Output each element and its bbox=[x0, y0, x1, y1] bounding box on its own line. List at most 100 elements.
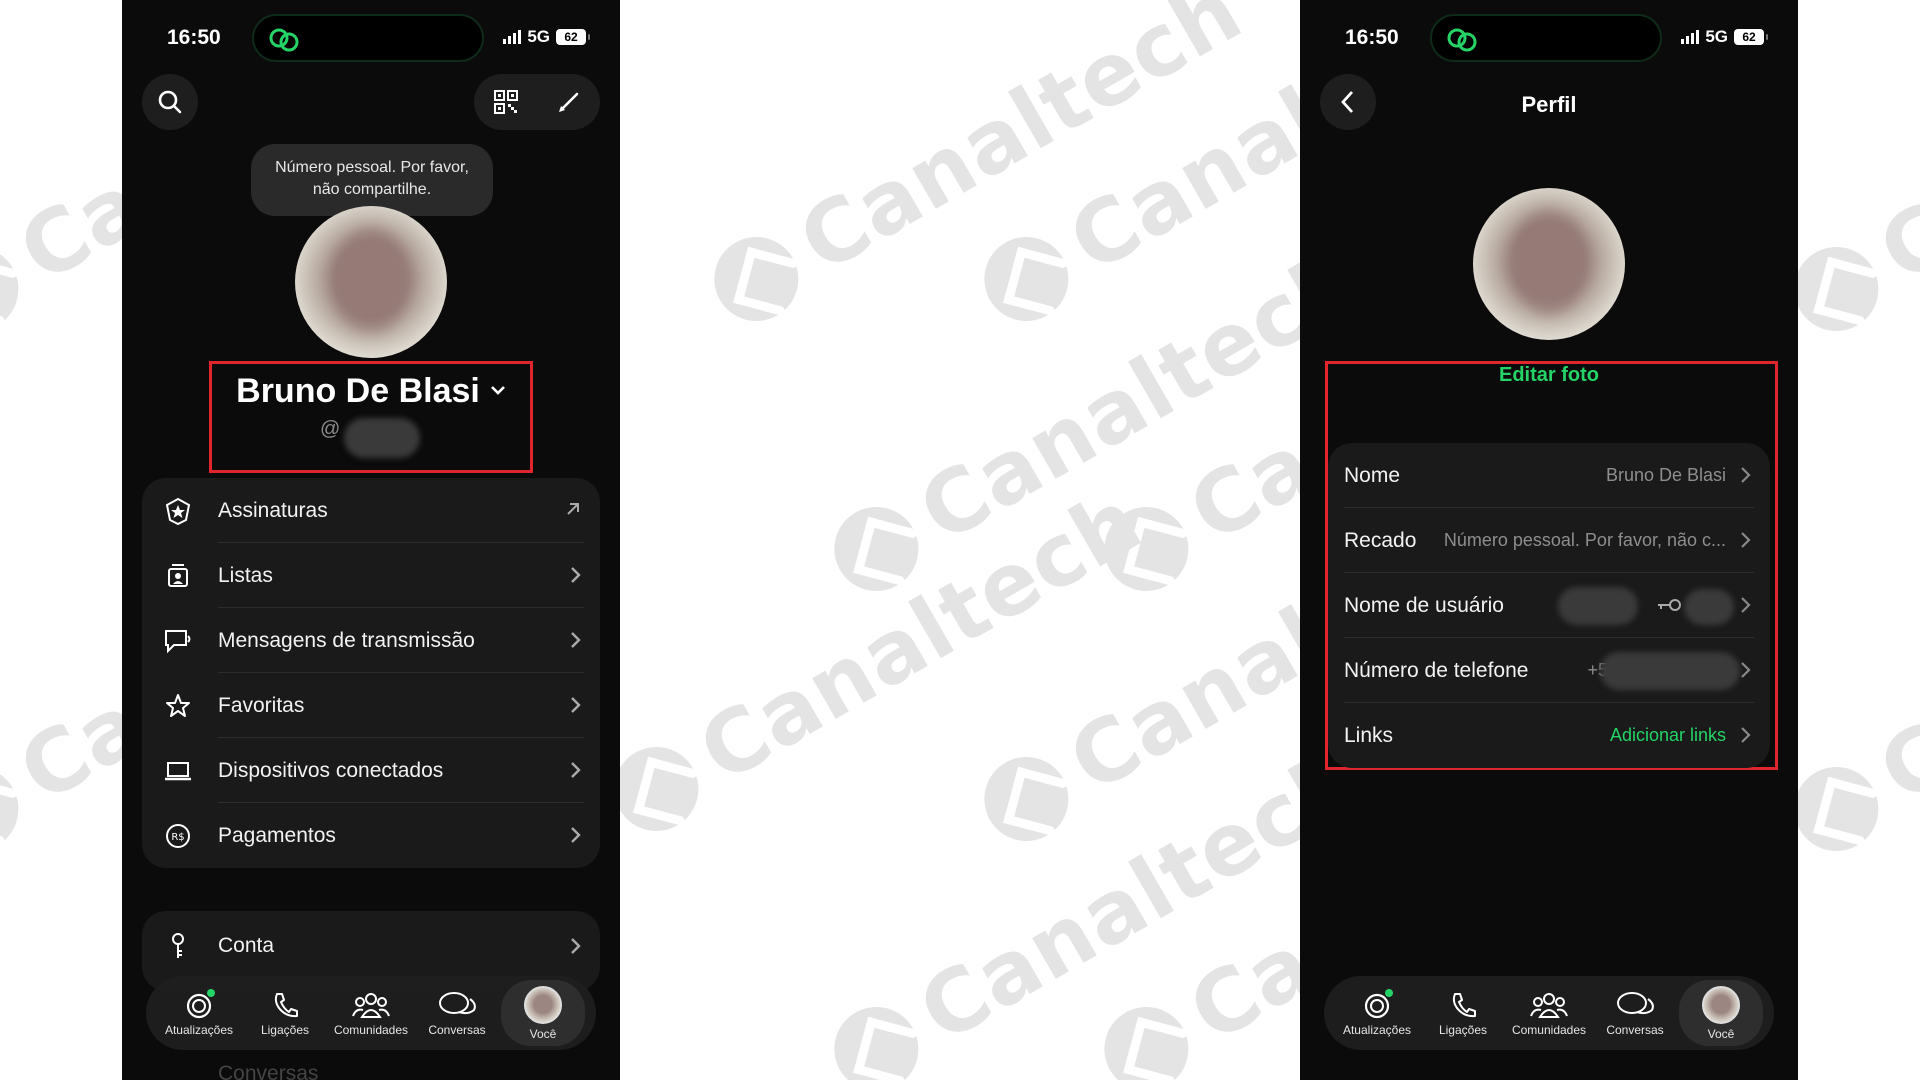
tab-label: Você bbox=[1707, 1026, 1735, 1041]
key-icon bbox=[172, 933, 184, 958]
network-type: 5G bbox=[527, 27, 550, 46]
watermark-logo-icon bbox=[819, 491, 934, 607]
profile-name-button[interactable]: Bruno De Blasi bbox=[122, 372, 620, 411]
chevron-right-icon bbox=[1741, 727, 1751, 743]
phone-icon bbox=[1452, 993, 1476, 1018]
communities-icon bbox=[1530, 993, 1568, 1018]
watermark-logo-icon bbox=[969, 741, 1084, 857]
username-prefix: @ bbox=[320, 418, 341, 440]
dynamic-island bbox=[252, 14, 484, 62]
tab-atualizacoes[interactable]: Atualizações bbox=[157, 989, 241, 1037]
payments-icon: R$ bbox=[166, 823, 190, 848]
chats-icon bbox=[1617, 992, 1654, 1015]
field-recado[interactable]: Recado Número pessoal. Por favor, não c.… bbox=[1328, 508, 1770, 573]
avatar bbox=[1702, 985, 1740, 1024]
tab-label: Conversas bbox=[428, 1023, 486, 1037]
watermark-logo-icon bbox=[0, 231, 34, 347]
menu-item-label: Listas bbox=[218, 563, 273, 587]
field-numero-de-telefone[interactable]: Número de telefone +55 bbox=[1328, 638, 1770, 703]
menu-item-transmissao[interactable]: Mensagens de transmissão bbox=[142, 608, 600, 673]
broadcast-icon bbox=[165, 629, 191, 653]
field-nome-de-usuario[interactable]: Nome de usuário bbox=[1328, 573, 1770, 638]
blurred-value bbox=[1684, 589, 1734, 625]
field-label: Número de telefone bbox=[1344, 658, 1529, 682]
qr-code-icon[interactable] bbox=[492, 88, 520, 116]
chevron-right-icon bbox=[571, 567, 581, 583]
field-label: Recado bbox=[1344, 528, 1417, 552]
tab-label: Ligações bbox=[1438, 1023, 1488, 1037]
field-links[interactable]: Links Adicionar links bbox=[1328, 703, 1770, 768]
avatar bbox=[524, 985, 562, 1024]
add-links-link[interactable]: Adicionar links bbox=[1610, 725, 1726, 746]
tab-conversas[interactable]: Conversas bbox=[415, 989, 499, 1037]
obscured-menu-label: Conversas bbox=[218, 1062, 319, 1080]
watermark-logo-icon bbox=[699, 221, 814, 337]
menu-item-label: Dispositivos conectados bbox=[218, 758, 444, 782]
laptop-icon bbox=[165, 761, 191, 780]
watermark: Canaltech bbox=[815, 230, 1378, 613]
profile-avatar[interactable] bbox=[1473, 188, 1625, 340]
chevron-right-icon bbox=[571, 827, 581, 843]
page-title: Perfil bbox=[1521, 92, 1577, 117]
tab-label: Você bbox=[529, 1026, 557, 1041]
phone-screen-profile: 16:50 5G 62 Perfil Editar foto Nome Brun… bbox=[1300, 0, 1798, 1080]
menu-item-listas[interactable]: Listas bbox=[142, 543, 600, 608]
menu-item-dispositivos[interactable]: Dispositivos conectados bbox=[142, 738, 600, 803]
chevron-right-icon bbox=[1741, 467, 1751, 483]
unread-dot bbox=[1385, 989, 1393, 997]
field-nome[interactable]: Nome Bruno De Blasi bbox=[1328, 443, 1770, 508]
status-time: 16:50 bbox=[167, 26, 221, 49]
status-indicators: 5G 62 bbox=[1681, 27, 1768, 47]
watermark-logo-icon bbox=[0, 751, 34, 867]
menu-item-label: Mensagens de transmissão bbox=[218, 628, 475, 652]
key-icon bbox=[1658, 599, 1681, 611]
blurred-phone-number bbox=[1600, 652, 1740, 690]
lists-icon bbox=[168, 563, 188, 587]
network-type: 5G bbox=[1705, 27, 1728, 46]
field-label: Nome de usuário bbox=[1344, 593, 1504, 617]
tab-ligacoes[interactable]: Ligações bbox=[1421, 989, 1505, 1037]
status-indicators: 5G 62 bbox=[503, 27, 590, 47]
phone-screen-you: 16:50 5G 62 Número pessoal. Por favor, n… bbox=[122, 0, 620, 1080]
status-bar: 16:50 5G 62 bbox=[122, 10, 620, 64]
tab-voce[interactable]: Você bbox=[501, 980, 585, 1046]
subscriptions-badge-icon bbox=[165, 497, 191, 525]
profile-avatar[interactable] bbox=[295, 206, 447, 358]
star-icon bbox=[166, 693, 190, 717]
edit-photo-link[interactable]: Editar foto bbox=[1300, 364, 1798, 387]
menu-item-label: Assinaturas bbox=[218, 498, 328, 522]
menu-item-label: Conta bbox=[218, 934, 275, 957]
search-icon bbox=[158, 90, 182, 114]
blurred-username bbox=[344, 418, 420, 458]
status-time: 16:50 bbox=[1345, 26, 1399, 49]
menu-item-conta[interactable]: Conta bbox=[142, 911, 600, 981]
phone-icon bbox=[274, 993, 298, 1018]
watermark-logo-icon bbox=[969, 221, 1084, 337]
chats-icon bbox=[439, 992, 476, 1015]
menu-item-favoritas[interactable]: Favoritas bbox=[142, 673, 600, 738]
search-button[interactable] bbox=[142, 74, 198, 130]
tab-voce[interactable]: Você bbox=[1679, 980, 1763, 1046]
tab-comunidades[interactable]: Comunidades bbox=[1507, 989, 1591, 1037]
profile-fields-card: Nome Bruno De Blasi Recado Número pessoa… bbox=[1328, 443, 1770, 768]
menu-card: Assinaturas Listas Mensagens de transmis… bbox=[142, 478, 600, 868]
edit-pencil-icon[interactable] bbox=[555, 88, 583, 116]
menu-item-assinaturas[interactable]: Assinaturas bbox=[142, 478, 600, 543]
battery-icon: 62 bbox=[1734, 29, 1768, 45]
tab-atualizacoes[interactable]: Atualizações bbox=[1335, 989, 1419, 1037]
field-value: Número pessoal. Por favor, não c... bbox=[1443, 530, 1726, 550]
tab-label: Comunidades bbox=[333, 1023, 409, 1037]
menu-item-pagamentos[interactable]: R$ Pagamentos bbox=[142, 803, 600, 868]
tab-conversas[interactable]: Conversas bbox=[1593, 989, 1677, 1037]
tab-comunidades[interactable]: Comunidades bbox=[329, 989, 413, 1037]
tab-ligacoes[interactable]: Ligações bbox=[243, 989, 327, 1037]
status-bar: 16:50 5G 62 bbox=[1300, 10, 1798, 64]
communities-icon bbox=[352, 993, 390, 1018]
watermark-logo-icon bbox=[1089, 491, 1204, 607]
chevron-right-icon bbox=[571, 762, 581, 778]
svg-text:R$: R$ bbox=[171, 832, 184, 843]
field-value: Bruno De Blasi bbox=[1605, 465, 1726, 485]
signal-icon bbox=[503, 30, 522, 44]
profile-name: Bruno De Blasi bbox=[236, 372, 480, 410]
tab-label: Ligações bbox=[260, 1023, 310, 1037]
